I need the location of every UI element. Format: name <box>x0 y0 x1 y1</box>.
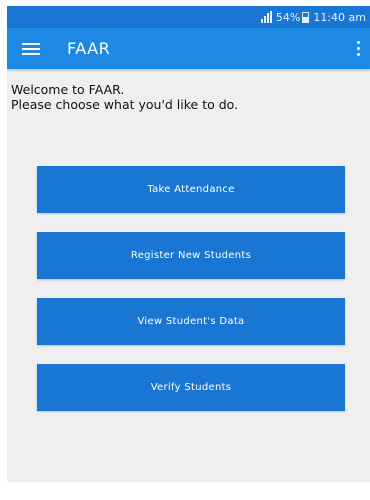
battery-icon <box>302 11 310 23</box>
hamburger-menu-icon[interactable] <box>22 42 40 55</box>
app-title: FAAR <box>67 39 111 58</box>
verify-students-button[interactable]: Verify Students <box>37 364 345 411</box>
view-student-data-button[interactable]: View Student's Data <box>37 298 345 345</box>
take-attendance-button[interactable]: Take Attendance <box>37 166 345 213</box>
app-screen: 54% 11:40 am FAAR Welcome to FAAR. Pleas… <box>7 6 370 482</box>
welcome-line-1: Welcome to FAAR. <box>11 82 125 97</box>
signal-icon <box>260 11 272 23</box>
status-bar: 54% 11:40 am <box>7 6 370 28</box>
more-vert-icon[interactable] <box>357 41 360 56</box>
welcome-line-2: Please choose what you'd like to do. <box>11 97 239 112</box>
welcome-text: Welcome to FAAR. Please choose what you'… <box>11 82 370 112</box>
action-list: Take Attendance Register New Students Vi… <box>37 166 345 430</box>
register-new-students-button[interactable]: Register New Students <box>37 232 345 279</box>
battery-percent: 54% <box>275 10 301 24</box>
app-bar: FAAR <box>7 28 370 69</box>
status-time: 11:40 am <box>313 10 366 24</box>
